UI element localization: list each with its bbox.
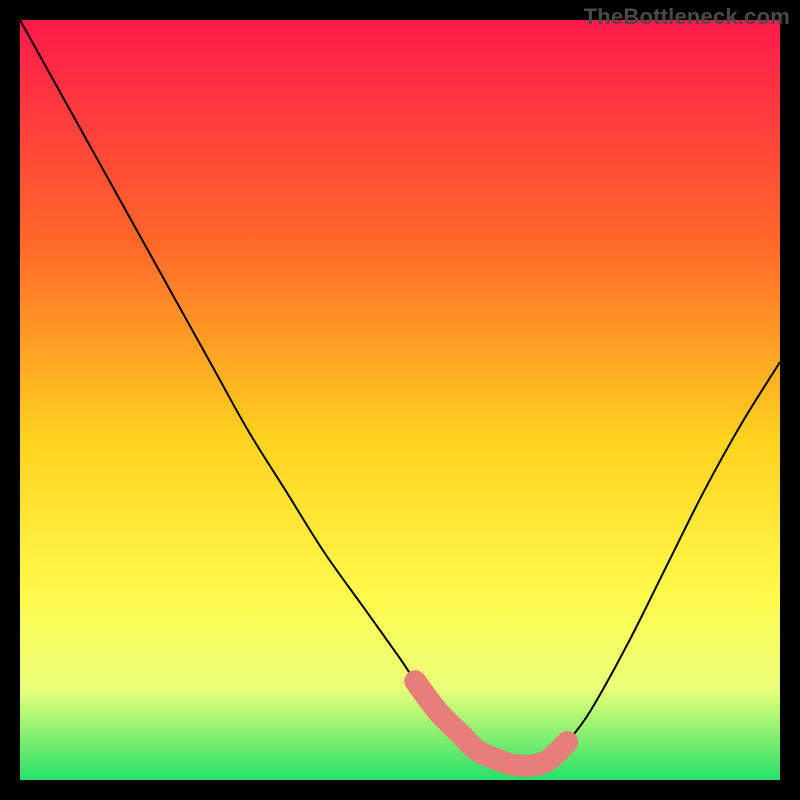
chart-svg: [20, 20, 780, 780]
watermark-text: TheBottleneck.com: [584, 4, 790, 30]
gradient-background: [20, 20, 780, 780]
chart-stage: TheBottleneck.com: [0, 0, 800, 800]
plot-area: [20, 20, 780, 780]
